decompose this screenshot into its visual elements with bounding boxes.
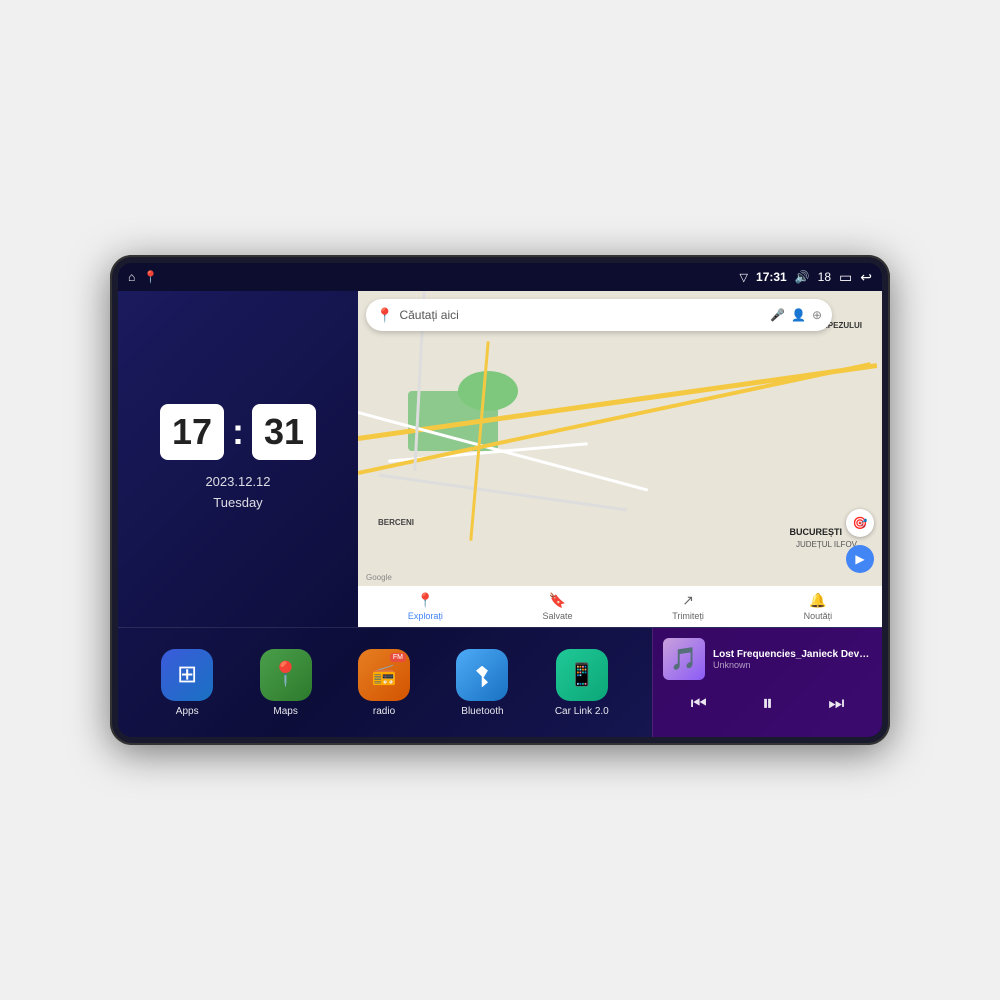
bluetooth-label: Bluetooth: [461, 706, 503, 717]
device-frame: ⌂ 📍 ▽ 17:31 🔊 18 ▭ ↩ 17 :: [110, 255, 890, 745]
radio-icon: 📻: [372, 662, 397, 687]
bluetooth-icon: [470, 663, 494, 687]
maps-logo-icon: 📍: [376, 307, 393, 324]
share-icon: ↗: [682, 592, 694, 609]
volume-level: 18: [818, 270, 831, 284]
clock-colon: :: [232, 411, 244, 453]
apps-panel: ⊞ Apps 📍 Maps 📻 FM: [118, 628, 652, 737]
explore-label: Explorați: [408, 611, 443, 621]
status-right-icons: ▽ 17:31 🔊 18 ▭ ↩: [740, 269, 872, 286]
app-icon-maps[interactable]: 📍 Maps: [260, 649, 312, 717]
news-icon: 🔔: [809, 592, 826, 609]
clock-hours: 17: [160, 404, 224, 460]
clock-date: 2023.12.12 Tuesday: [205, 472, 270, 514]
map-search-actions: 🎤 👤 ⊕: [770, 308, 822, 322]
app-icon-bluetooth[interactable]: Bluetooth: [456, 649, 508, 717]
bucuresti-label: BUCUREȘTI: [789, 527, 842, 537]
volume-icon: 🔊: [795, 270, 810, 284]
explore-icon: 📍: [417, 592, 434, 609]
news-label: Noutăți: [804, 611, 833, 621]
main-content: 17 : 31 2023.12.12 Tuesday: [118, 291, 882, 737]
map-search-bar[interactable]: 📍 Căutați aici 🎤 👤 ⊕: [366, 299, 832, 331]
music-artist: Unknown: [713, 660, 872, 670]
app-icon-apps[interactable]: ⊞ Apps: [161, 649, 213, 717]
clock-minutes: 31: [252, 404, 316, 460]
next-button[interactable]: ⏭: [828, 693, 844, 714]
maps-icon-bg: 📍: [260, 649, 312, 701]
bottom-section: ⊞ Apps 📍 Maps 📻 FM: [118, 627, 882, 737]
carlink-icon-bg: 📱: [556, 649, 608, 701]
app-icon-carlink[interactable]: 📱 Car Link 2.0: [555, 649, 609, 717]
music-panel: 🎵 Lost Frequencies_Janieck Devy-... Unkn…: [652, 628, 882, 737]
clock-display: 17 : 31: [160, 404, 316, 460]
status-bar: ⌂ 📍 ▽ 17:31 🔊 18 ▭ ↩: [118, 263, 882, 291]
status-time: 17:31: [756, 270, 787, 284]
back-icon[interactable]: ↩: [860, 269, 872, 286]
app-icon-radio[interactable]: 📻 FM radio: [358, 649, 410, 717]
signal-icon: ▽: [740, 271, 748, 284]
berceni-label: BERCENI: [378, 518, 414, 527]
apps-icon-bg: ⊞: [161, 649, 213, 701]
apps-icon: ⊞: [177, 660, 197, 689]
prev-button[interactable]: ⏮: [691, 693, 707, 714]
map-bottom-nav: 📍 Explorați 🔖 Salvate ↗ Trimiteți 🔔: [358, 586, 882, 627]
radio-icon-bg: 📻 FM: [358, 649, 410, 701]
carlink-icon: 📱: [568, 662, 595, 688]
mic-icon[interactable]: 🎤: [770, 308, 785, 322]
judet-ilfov-label: JUDEȚUL ILFOV: [796, 540, 857, 549]
apps-label: Apps: [176, 706, 199, 717]
radio-label: radio: [373, 706, 395, 717]
carlink-label: Car Link 2.0: [555, 706, 609, 717]
map-nav-saved[interactable]: 🔖 Salvate: [543, 592, 573, 621]
music-title: Lost Frequencies_Janieck Devy-...: [713, 649, 872, 660]
music-info: Lost Frequencies_Janieck Devy-... Unknow…: [713, 649, 872, 670]
music-controls: ⏮ ⏸ ⏭: [663, 686, 872, 720]
share-label: Trimiteți: [672, 611, 704, 621]
device-screen: ⌂ 📍 ▽ 17:31 🔊 18 ▭ ↩ 17 :: [118, 263, 882, 737]
clock-panel: 17 : 31 2023.12.12 Tuesday: [118, 291, 358, 627]
location-button[interactable]: 🎯: [846, 509, 874, 537]
home-icon[interactable]: ⌂: [128, 270, 135, 284]
map-search-text: Căutați aici: [399, 308, 764, 322]
status-left-icons: ⌂ 📍: [128, 270, 158, 284]
map-nav-share[interactable]: ↗ Trimiteți: [672, 592, 704, 621]
saved-icon: 🔖: [549, 592, 566, 609]
maps-status-icon[interactable]: 📍: [143, 270, 158, 284]
battery-icon: ▭: [839, 269, 852, 286]
profile-icon[interactable]: 👤: [791, 308, 806, 322]
layers-icon[interactable]: ⊕: [812, 308, 822, 322]
bluetooth-icon-bg: [456, 649, 508, 701]
map-nav-news[interactable]: 🔔 Noutăți: [804, 592, 833, 621]
map-panel[interactable]: TRAPEZULUI BUCUREȘTI JUDEȚUL ILFOV BERCE…: [358, 291, 882, 627]
top-section: 17 : 31 2023.12.12 Tuesday: [118, 291, 882, 627]
map-background: TRAPEZULUI BUCUREȘTI JUDEȚUL ILFOV BERCE…: [358, 291, 882, 627]
music-thumbnail: 🎵: [663, 638, 705, 680]
maps-label: Maps: [273, 706, 297, 717]
navigate-button[interactable]: ▶: [846, 545, 874, 573]
play-pause-button[interactable]: ⏸: [762, 690, 773, 716]
map-nav-explore[interactable]: 📍 Explorați: [408, 592, 443, 621]
saved-label: Salvate: [543, 611, 573, 621]
maps-icon: 📍: [271, 660, 301, 689]
music-top: 🎵 Lost Frequencies_Janieck Devy-... Unkn…: [663, 638, 872, 680]
google-watermark: Google: [366, 573, 392, 582]
